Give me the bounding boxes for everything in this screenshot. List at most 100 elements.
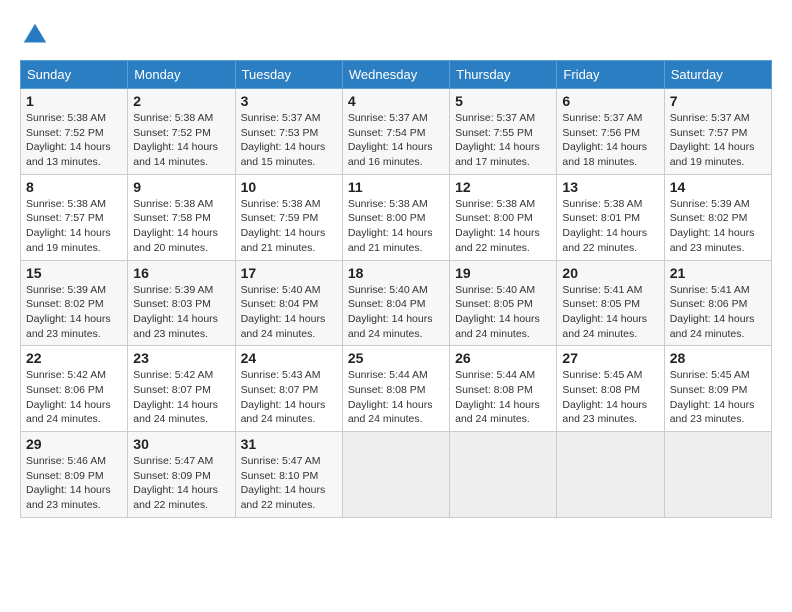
empty-cell	[342, 432, 449, 518]
weekday-header-tuesday: Tuesday	[235, 61, 342, 89]
day-number-22: 22	[26, 350, 122, 366]
day-cell-5: 5Sunrise: 5:37 AM Sunset: 7:55 PM Daylig…	[450, 89, 557, 175]
day-cell-12: 12Sunrise: 5:38 AM Sunset: 8:00 PM Dayli…	[450, 174, 557, 260]
day-number-31: 31	[241, 436, 337, 452]
day-number-14: 14	[670, 179, 766, 195]
day-cell-16: 16 Sunrise: 5:39 AM Sunset: 8:03 PM Dayli…	[128, 260, 235, 346]
logo-icon	[20, 20, 50, 50]
logo	[20, 20, 54, 50]
day-info-2: Sunrise: 5:38 AM Sunset: 7:52 PM Dayligh…	[133, 111, 229, 170]
day-number-2: 2	[133, 93, 229, 109]
day-info-3: Sunrise: 5:37 AM Sunset: 7:53 PM Dayligh…	[241, 111, 337, 170]
weekday-header-monday: Monday	[128, 61, 235, 89]
week-row-3: 15 Sunrise: 5:39 AM Sunset: 8:02 PM Dayli…	[21, 260, 772, 346]
day-info-27: Sunrise: 5:45 AM Sunset: 8:08 PM Dayligh…	[562, 368, 658, 427]
day-number-17: 17	[241, 265, 337, 281]
day-info-6: Sunrise: 5:37 AM Sunset: 7:56 PM Dayligh…	[562, 111, 658, 170]
day-number-11: 11	[348, 179, 444, 195]
day-info-28: Sunrise: 5:45 AM Sunset: 8:09 PM Dayligh…	[670, 368, 766, 427]
day-number-4: 4	[348, 93, 444, 109]
day-info-15: Sunrise: 5:39 AM Sunset: 8:02 PM Dayligh…	[26, 283, 122, 342]
day-cell-11: 11 Sunrise: 5:38 AM Sunset: 8:00 PM Dayli…	[342, 174, 449, 260]
day-cell-22: 22 Sunrise: 5:42 AM Sunset: 8:06 PM Dayli…	[21, 346, 128, 432]
day-number-13: 13	[562, 179, 658, 195]
day-number-21: 21	[670, 265, 766, 281]
day-info-23: Sunrise: 5:42 AM Sunset: 8:07 PM Dayligh…	[133, 368, 229, 427]
week-row-1: 1Sunrise: 5:38 AM Sunset: 7:52 PM Daylig…	[21, 89, 772, 175]
day-cell-30: 30Sunrise: 5:47 AM Sunset: 8:09 PM Dayli…	[128, 432, 235, 518]
day-cell-15: 15 Sunrise: 5:39 AM Sunset: 8:02 PM Dayli…	[21, 260, 128, 346]
day-number-20: 20	[562, 265, 658, 281]
day-info-17: Sunrise: 5:40 AM Sunset: 8:04 PM Dayligh…	[241, 283, 337, 342]
day-info-10: Sunrise: 5:38 AM Sunset: 7:59 PM Dayligh…	[241, 197, 337, 256]
day-number-19: 19	[455, 265, 551, 281]
day-cell-21: 21Sunrise: 5:41 AM Sunset: 8:06 PM Dayli…	[664, 260, 771, 346]
day-cell-13: 13 Sunrise: 5:38 AM Sunset: 8:01 PM Dayli…	[557, 174, 664, 260]
day-cell-9: 9 Sunrise: 5:38 AM Sunset: 7:58 PM Daylig…	[128, 174, 235, 260]
day-info-11: Sunrise: 5:38 AM Sunset: 8:00 PM Dayligh…	[348, 197, 444, 256]
day-cell-4: 4 Sunrise: 5:37 AM Sunset: 7:54 PM Daylig…	[342, 89, 449, 175]
day-info-30: Sunrise: 5:47 AM Sunset: 8:09 PM Dayligh…	[133, 454, 229, 513]
empty-cell	[557, 432, 664, 518]
day-cell-10: 10 Sunrise: 5:38 AM Sunset: 7:59 PM Dayli…	[235, 174, 342, 260]
day-cell-17: 17 Sunrise: 5:40 AM Sunset: 8:04 PM Dayli…	[235, 260, 342, 346]
day-info-14: Sunrise: 5:39 AM Sunset: 8:02 PM Dayligh…	[670, 197, 766, 256]
day-info-26: Sunrise: 5:44 AM Sunset: 8:08 PM Dayligh…	[455, 368, 551, 427]
day-cell-8: 8Sunrise: 5:38 AM Sunset: 7:57 PM Daylig…	[21, 174, 128, 260]
day-info-16: Sunrise: 5:39 AM Sunset: 8:03 PM Dayligh…	[133, 283, 229, 342]
day-info-19: Sunrise: 5:40 AM Sunset: 8:05 PM Dayligh…	[455, 283, 551, 342]
day-number-27: 27	[562, 350, 658, 366]
day-number-9: 9	[133, 179, 229, 195]
day-number-16: 16	[133, 265, 229, 281]
week-row-2: 8Sunrise: 5:38 AM Sunset: 7:57 PM Daylig…	[21, 174, 772, 260]
day-number-26: 26	[455, 350, 551, 366]
day-cell-2: 2 Sunrise: 5:38 AM Sunset: 7:52 PM Daylig…	[128, 89, 235, 175]
calendar: SundayMondayTuesdayWednesdayThursdayFrid…	[20, 60, 772, 518]
weekday-header-wednesday: Wednesday	[342, 61, 449, 89]
day-number-10: 10	[241, 179, 337, 195]
day-cell-14: 14 Sunrise: 5:39 AM Sunset: 8:02 PM Dayli…	[664, 174, 771, 260]
empty-cell	[450, 432, 557, 518]
week-row-4: 22 Sunrise: 5:42 AM Sunset: 8:06 PM Dayli…	[21, 346, 772, 432]
day-info-29: Sunrise: 5:46 AM Sunset: 8:09 PM Dayligh…	[26, 454, 122, 513]
day-info-7: Sunrise: 5:37 AM Sunset: 7:57 PM Dayligh…	[670, 111, 766, 170]
day-cell-6: 6 Sunrise: 5:37 AM Sunset: 7:56 PM Daylig…	[557, 89, 664, 175]
weekday-header-thursday: Thursday	[450, 61, 557, 89]
day-info-20: Sunrise: 5:41 AM Sunset: 8:05 PM Dayligh…	[562, 283, 658, 342]
day-info-13: Sunrise: 5:38 AM Sunset: 8:01 PM Dayligh…	[562, 197, 658, 256]
page-header	[20, 20, 772, 50]
day-number-15: 15	[26, 265, 122, 281]
day-number-29: 29	[26, 436, 122, 452]
day-cell-26: 26 Sunrise: 5:44 AM Sunset: 8:08 PM Dayli…	[450, 346, 557, 432]
day-cell-20: 20 Sunrise: 5:41 AM Sunset: 8:05 PM Dayli…	[557, 260, 664, 346]
day-info-4: Sunrise: 5:37 AM Sunset: 7:54 PM Dayligh…	[348, 111, 444, 170]
weekday-header-saturday: Saturday	[664, 61, 771, 89]
weekday-header-sunday: Sunday	[21, 61, 128, 89]
day-cell-3: 3 Sunrise: 5:37 AM Sunset: 7:53 PM Daylig…	[235, 89, 342, 175]
day-info-31: Sunrise: 5:47 AM Sunset: 8:10 PM Dayligh…	[241, 454, 337, 513]
day-number-8: 8	[26, 179, 122, 195]
day-info-18: Sunrise: 5:40 AM Sunset: 8:04 PM Dayligh…	[348, 283, 444, 342]
day-number-24: 24	[241, 350, 337, 366]
weekday-header-friday: Friday	[557, 61, 664, 89]
day-number-23: 23	[133, 350, 229, 366]
day-number-6: 6	[562, 93, 658, 109]
day-number-25: 25	[348, 350, 444, 366]
day-info-25: Sunrise: 5:44 AM Sunset: 8:08 PM Dayligh…	[348, 368, 444, 427]
day-cell-24: 24 Sunrise: 5:43 AM Sunset: 8:07 PM Dayli…	[235, 346, 342, 432]
day-cell-27: 27 Sunrise: 5:45 AM Sunset: 8:08 PM Dayli…	[557, 346, 664, 432]
day-cell-29: 29 Sunrise: 5:46 AM Sunset: 8:09 PM Dayli…	[21, 432, 128, 518]
day-info-22: Sunrise: 5:42 AM Sunset: 8:06 PM Dayligh…	[26, 368, 122, 427]
day-cell-28: 28Sunrise: 5:45 AM Sunset: 8:09 PM Dayli…	[664, 346, 771, 432]
day-number-7: 7	[670, 93, 766, 109]
day-cell-31: 31 Sunrise: 5:47 AM Sunset: 8:10 PM Dayli…	[235, 432, 342, 518]
day-info-1: Sunrise: 5:38 AM Sunset: 7:52 PM Dayligh…	[26, 111, 122, 170]
day-number-12: 12	[455, 179, 551, 195]
day-cell-1: 1Sunrise: 5:38 AM Sunset: 7:52 PM Daylig…	[21, 89, 128, 175]
day-cell-19: 19 Sunrise: 5:40 AM Sunset: 8:05 PM Dayli…	[450, 260, 557, 346]
day-cell-23: 23 Sunrise: 5:42 AM Sunset: 8:07 PM Dayli…	[128, 346, 235, 432]
day-info-24: Sunrise: 5:43 AM Sunset: 8:07 PM Dayligh…	[241, 368, 337, 427]
day-info-5: Sunrise: 5:37 AM Sunset: 7:55 PM Dayligh…	[455, 111, 551, 170]
day-number-3: 3	[241, 93, 337, 109]
day-info-9: Sunrise: 5:38 AM Sunset: 7:58 PM Dayligh…	[133, 197, 229, 256]
